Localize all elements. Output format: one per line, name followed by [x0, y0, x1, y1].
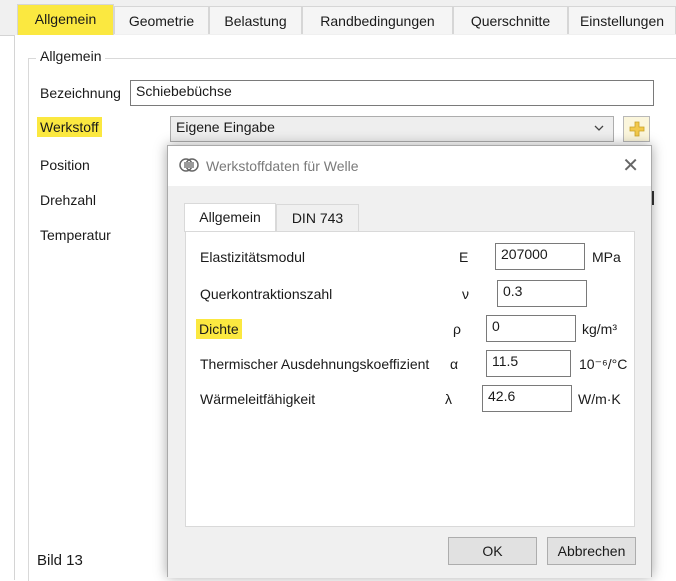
- temperatur-label: Temperatur: [40, 227, 111, 243]
- querkontraktionszahl-label: Querkontraktionszahl: [200, 286, 333, 302]
- material-icon: [179, 156, 199, 177]
- group-title: Allgemein: [36, 48, 106, 64]
- position-label: Position: [40, 157, 90, 173]
- elastizitaetsmodul-unit: MPa: [592, 249, 621, 265]
- plus-icon: [629, 121, 645, 140]
- werkstoff-select-value: Eigene Eingabe: [176, 119, 275, 135]
- bezeichnung-input[interactable]: Schiebebüchse: [130, 80, 654, 106]
- cancel-button[interactable]: Abbrechen: [547, 537, 636, 565]
- dichte-input[interactable]: 0: [486, 315, 576, 342]
- waermeleitfaehigkeit-symbol: λ: [445, 391, 452, 407]
- input-edge-fragment: [652, 191, 654, 205]
- drehzahl-label: Drehzahl: [40, 192, 97, 208]
- dialog-title-bar[interactable]: Werkstoffdaten für Welle ✕: [168, 146, 651, 186]
- material-data-dialog: Werkstoffdaten für Welle ✕ Allgemein DIN…: [167, 145, 652, 578]
- main-tab-strip: Allgemein Geometrie Belastung Randbeding…: [0, 0, 676, 36]
- dichte-symbol: ρ: [453, 321, 461, 337]
- werkstoff-select[interactable]: Eigene Eingabe: [170, 116, 614, 142]
- dialog-title: Werkstoffdaten für Welle: [206, 158, 359, 174]
- tab-querschnitte[interactable]: Querschnitte: [453, 6, 568, 34]
- dichte-label-text: Dichte: [196, 319, 242, 339]
- dichte-unit: kg/m³: [582, 321, 617, 337]
- werkstoff-label-text: Werkstoff: [37, 117, 102, 137]
- close-icon[interactable]: ✕: [622, 153, 639, 178]
- waermeleitfaehigkeit-label: Wärmeleitfähigkeit: [200, 391, 316, 407]
- werkstoff-label: Werkstoff: [37, 117, 102, 137]
- querkontraktionszahl-input[interactable]: 0.3: [497, 280, 587, 307]
- cancel-button-label: Abbrechen: [557, 543, 626, 559]
- add-material-button[interactable]: [623, 116, 650, 142]
- elastizitaetsmodul-input[interactable]: 207000: [495, 243, 585, 270]
- bezeichnung-label: Bezeichnung: [40, 85, 121, 101]
- elastizitaetsmodul-symbol: E: [459, 249, 469, 265]
- dialog-tab-allgemein[interactable]: Allgemein: [184, 203, 276, 232]
- tab-einstellungen[interactable]: Einstellungen: [568, 6, 676, 34]
- dichte-label: Dichte: [196, 319, 242, 339]
- dialog-tab-din743[interactable]: DIN 743: [276, 204, 359, 231]
- dialog-body: Allgemein DIN 743 Elastizitätsmodul E 20…: [168, 186, 651, 578]
- chevron-down-icon: [593, 118, 605, 141]
- tab-randbedingungen[interactable]: Randbedingungen: [302, 6, 453, 34]
- elastizitaetsmodul-label: Elastizitätsmodul: [200, 249, 306, 265]
- ok-button-label: OK: [482, 543, 503, 559]
- ok-button[interactable]: OK: [448, 537, 537, 565]
- tab-allgemein[interactable]: Allgemein: [17, 4, 114, 35]
- waermeleitfaehigkeit-unit: W/m·K: [578, 391, 621, 407]
- ausdehnungskoeffizient-unit: 10⁻⁶/°C: [579, 356, 628, 372]
- ausdehnungskoeffizient-label: Thermischer Ausdehnungskoeffizient: [200, 356, 430, 372]
- tab-geometrie[interactable]: Geometrie: [114, 6, 209, 34]
- ausdehnungskoeffizient-input[interactable]: 11.5: [486, 350, 571, 377]
- querkontraktionszahl-symbol: ν: [462, 286, 469, 302]
- ausdehnungskoeffizient-symbol: α: [450, 356, 459, 372]
- figure-caption: Bild 13: [37, 552, 83, 569]
- tab-belastung[interactable]: Belastung: [209, 6, 302, 34]
- dialog-tab-panel: Elastizitätsmodul E 207000 MPa Querkontr…: [185, 231, 635, 527]
- waermeleitfaehigkeit-input[interactable]: 42.6: [482, 385, 572, 412]
